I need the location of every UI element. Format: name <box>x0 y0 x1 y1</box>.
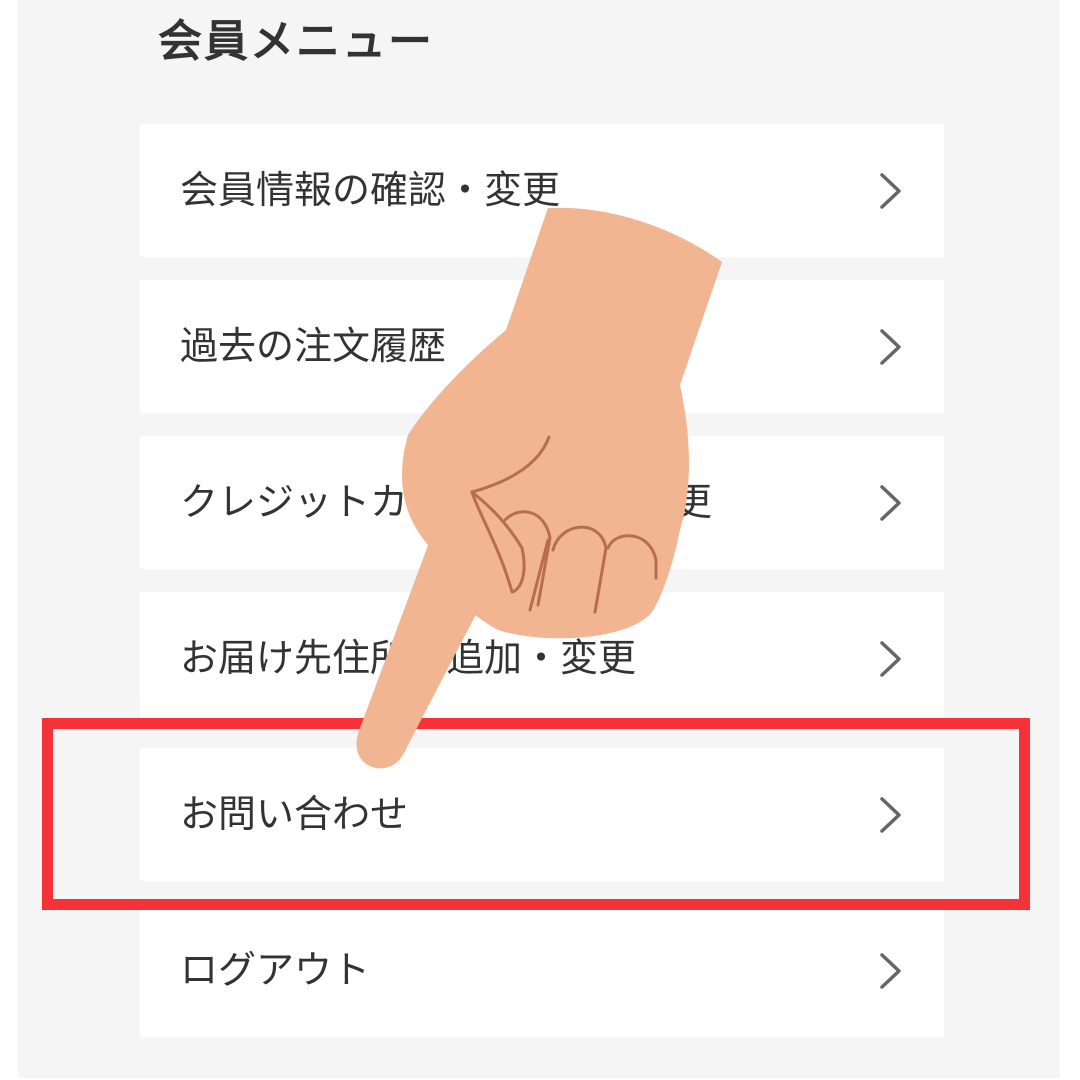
menu-item-label: 会員情報の確認・変更 <box>180 168 561 212</box>
chevron-right-icon <box>880 641 901 677</box>
menu-item-credit-card[interactable]: クレジットカードの登録・変更 <box>140 436 944 569</box>
member-menu-list: 会員情報の確認・変更 過去の注文履歴 クレジットカードの登録・変更 お届け先住所… <box>140 124 944 1060</box>
menu-item-delivery-address[interactable]: お届け先住所の追加・変更 <box>140 592 944 725</box>
menu-item-label: ログアウト <box>180 948 371 992</box>
menu-item-label: お届け先住所の追加・変更 <box>180 636 637 680</box>
chevron-right-icon <box>880 173 901 209</box>
chevron-right-icon <box>880 485 901 521</box>
menu-item-logout[interactable]: ログアウト <box>140 904 944 1037</box>
chevron-right-icon <box>880 329 901 365</box>
menu-item-label: 過去の注文履歴 <box>180 324 447 368</box>
menu-item-label: お問い合わせ <box>180 792 409 836</box>
chevron-right-icon <box>880 953 901 989</box>
chevron-right-icon <box>880 797 901 833</box>
menu-item-order-history[interactable]: 過去の注文履歴 <box>140 280 944 413</box>
menu-item-member-info[interactable]: 会員情報の確認・変更 <box>140 124 944 257</box>
menu-item-label: クレジットカードの登録・変更 <box>180 480 713 524</box>
menu-item-contact[interactable]: お問い合わせ <box>140 748 944 881</box>
page-title: 会員メニュー <box>158 16 434 67</box>
